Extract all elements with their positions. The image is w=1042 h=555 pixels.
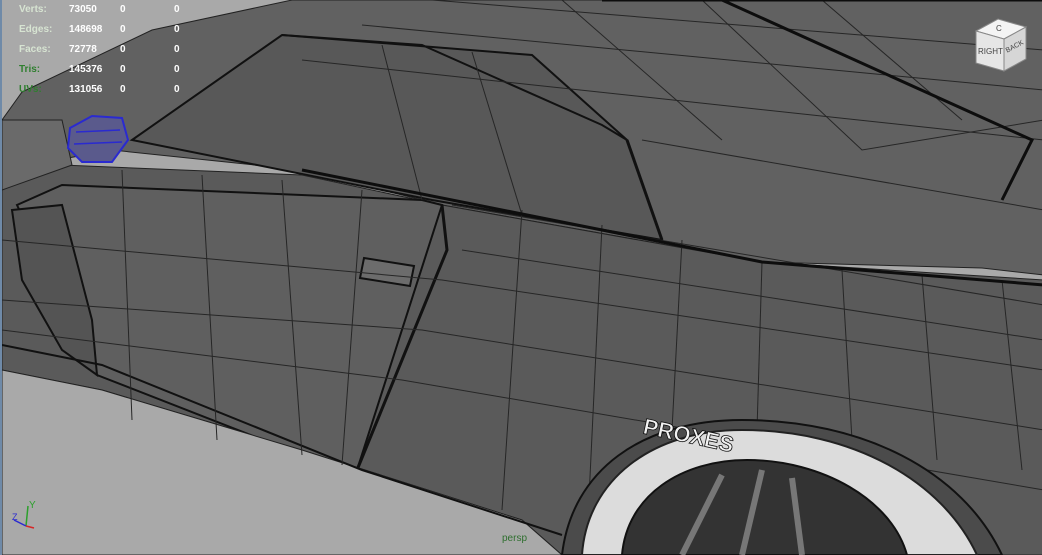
hud-selected-value: 0 bbox=[120, 24, 126, 35]
axis-z-label: Z bbox=[12, 512, 18, 522]
hud-row-uvs: UVs: 131056 0 0 bbox=[19, 80, 194, 100]
axis-y-label: Y bbox=[29, 500, 36, 511]
viewcube-right-label: RIGHT bbox=[978, 47, 1003, 56]
hud-label: UVs: bbox=[19, 84, 42, 95]
hud-value: 148698 bbox=[69, 24, 103, 35]
hud-value: 72778 bbox=[69, 44, 97, 55]
hud-value: 73050 bbox=[69, 4, 97, 15]
hud-row-tris: Tris: 145376 0 0 bbox=[19, 60, 194, 80]
hud-selected-value: 0 bbox=[120, 64, 126, 75]
hud-selected-value: 0 bbox=[120, 4, 126, 15]
hud-uv-value: 0 bbox=[174, 4, 180, 15]
axis-x-line bbox=[25, 525, 35, 529]
hud-selected-value: 0 bbox=[120, 44, 126, 55]
poly-count-hud: Verts: 73050 0 0 Edges: 148698 0 0 Faces… bbox=[19, 0, 194, 100]
hud-row-verts: Verts: 73050 0 0 bbox=[19, 0, 194, 20]
hud-uv-value: 0 bbox=[174, 64, 180, 75]
hud-uv-value: 0 bbox=[174, 24, 180, 35]
hud-label: Tris: bbox=[19, 64, 41, 75]
viewport-persp[interactable]: PROXES Verts: 73050 0 0 Edges: 148698 0 … bbox=[0, 0, 1042, 555]
hud-row-faces: Faces: 72778 0 0 bbox=[19, 40, 194, 60]
axis-gizmo: Y Z bbox=[12, 500, 36, 529]
viewcube-top-label: C bbox=[996, 24, 1002, 33]
hud-label: Faces: bbox=[19, 44, 51, 55]
hud-label: Verts: bbox=[19, 4, 47, 15]
hud-row-edges: Edges: 148698 0 0 bbox=[19, 20, 194, 40]
hud-uv-value: 0 bbox=[174, 84, 180, 95]
hud-uv-value: 0 bbox=[174, 44, 180, 55]
hud-value: 131056 bbox=[69, 84, 103, 95]
camera-label: persp bbox=[502, 533, 528, 544]
hud-label: Edges: bbox=[19, 24, 53, 35]
hud-selected-value: 0 bbox=[120, 84, 126, 95]
viewcube[interactable]: C RIGHT BACK bbox=[974, 17, 1028, 73]
hud-value: 145376 bbox=[69, 64, 103, 75]
axis-y-line bbox=[25, 505, 29, 527]
